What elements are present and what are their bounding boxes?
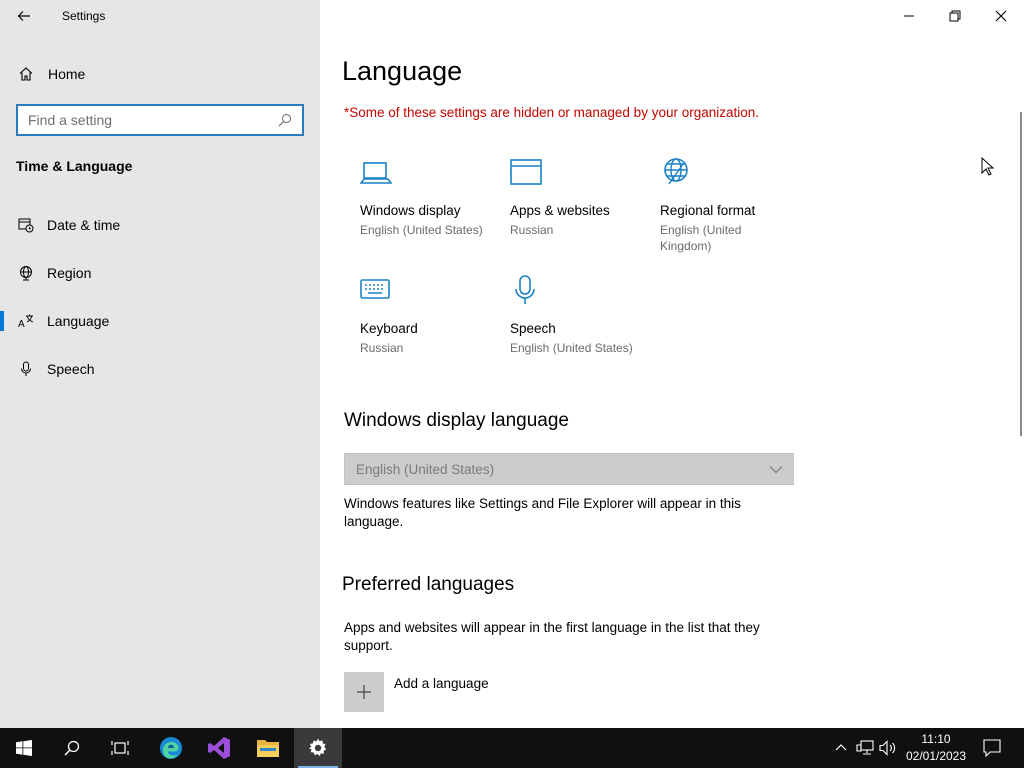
- show-hidden-icons-button[interactable]: [832, 728, 850, 768]
- taskbar-clock[interactable]: 11:10 02/01/2023: [900, 731, 972, 765]
- globe-format-icon: [664, 158, 688, 185]
- display-language-select[interactable]: English (United States): [344, 453, 794, 485]
- tile-apps-websites[interactable]: Apps & websites Russian: [510, 156, 650, 238]
- calendar-clock-icon: [18, 217, 34, 233]
- file-explorer-taskbar-button[interactable]: [244, 728, 292, 768]
- tile-label: Speech: [510, 321, 556, 336]
- preferred-languages-description: Apps and websites will appear in the fir…: [344, 620, 760, 653]
- window-title: Settings: [62, 9, 106, 23]
- network-icon: [856, 740, 874, 755]
- scrollbar[interactable]: [1020, 112, 1022, 436]
- tile-label: Apps & websites: [510, 203, 610, 218]
- tile-keyboard[interactable]: Keyboard Russian: [360, 274, 500, 356]
- sidebar-item-label: Region: [47, 265, 92, 281]
- mouse-cursor-icon: [981, 157, 995, 176]
- home-nav-item[interactable]: Home: [0, 58, 320, 90]
- tile-sublabel: English (United States): [510, 341, 633, 355]
- add-language-label: Add a language: [394, 676, 489, 691]
- search-input[interactable]: Find a setting: [16, 104, 304, 136]
- laptop-icon: [359, 162, 393, 184]
- globe-icon: [18, 265, 34, 281]
- sidebar-item-language[interactable]: A Language: [0, 304, 320, 338]
- edge-icon: [160, 737, 182, 759]
- display-language-description: Windows features like Settings and File …: [344, 496, 741, 529]
- volume-button[interactable]: [877, 728, 899, 768]
- microphone-icon: [18, 361, 34, 377]
- back-button[interactable]: [8, 0, 40, 32]
- taskbar-search-button[interactable]: [48, 728, 96, 768]
- sidebar-item-label: Language: [47, 313, 110, 329]
- visual-studio-icon: [208, 737, 230, 759]
- tile-label: Windows display: [360, 203, 461, 218]
- chevron-down-icon: [769, 466, 783, 474]
- home-label: Home: [48, 66, 86, 82]
- sidebar-item-region[interactable]: Region: [0, 256, 320, 290]
- notification-icon: [983, 739, 1001, 757]
- svg-text:A: A: [18, 319, 25, 329]
- tile-label: Regional format: [660, 203, 756, 218]
- plus-icon: [344, 672, 384, 712]
- task-view-button[interactable]: [96, 728, 144, 768]
- tile-sublabel: English (United States): [360, 223, 483, 237]
- page-title: Language: [342, 56, 463, 86]
- display-language-heading: Windows display language: [344, 410, 569, 431]
- home-icon: [19, 67, 33, 81]
- sidebar: Settings Home Find a setting Time & Lang…: [0, 0, 320, 728]
- search-placeholder: Find a setting: [28, 112, 113, 128]
- main-content: Language *Some of these settings are hid…: [320, 0, 1024, 728]
- task-view-icon: [111, 741, 129, 755]
- tile-sublabel: Russian: [360, 341, 404, 355]
- file-explorer-icon: [257, 740, 279, 757]
- sidebar-item-label: Date & time: [47, 217, 121, 233]
- settings-taskbar-button[interactable]: [294, 728, 342, 768]
- sidebar-item-date-time[interactable]: Date & time: [0, 208, 320, 242]
- sidebar-item-label: Speech: [47, 361, 95, 377]
- visual-studio-taskbar-button[interactable]: [195, 728, 243, 768]
- section-title: Time & Language: [16, 158, 133, 174]
- start-icon: [16, 740, 32, 756]
- display-language-value: English (United States): [356, 461, 495, 477]
- managed-warning: *Some of these settings are hidden or ma…: [344, 105, 760, 120]
- taskbar: 11:10 02/01/2023: [0, 728, 1024, 768]
- edge-taskbar-button[interactable]: [147, 728, 195, 768]
- network-button[interactable]: [854, 728, 876, 768]
- tile-speech[interactable]: Speech English (United States): [510, 274, 650, 356]
- clock-date: 02/01/2023: [905, 749, 967, 763]
- language-icon: A: [18, 313, 34, 329]
- tile-sublabel: English (United Kingdom): [660, 223, 742, 253]
- back-arrow-icon: [17, 11, 30, 21]
- keyboard-icon: [360, 279, 390, 299]
- microphone-icon: [515, 275, 535, 304]
- search-icon: [278, 113, 292, 127]
- search-icon: [64, 740, 80, 756]
- tile-sublabel: Russian: [510, 223, 554, 237]
- start-button[interactable]: [0, 728, 48, 768]
- sidebar-item-speech[interactable]: Speech: [0, 352, 320, 386]
- action-center-button[interactable]: [980, 728, 1004, 768]
- volume-icon: [879, 740, 896, 756]
- add-language-button[interactable]: Add a language: [344, 672, 489, 712]
- preferred-languages-heading: Preferred languages: [342, 574, 515, 595]
- tile-regional-format[interactable]: Regional format English (United Kingdom): [660, 156, 800, 254]
- tile-label: Keyboard: [360, 321, 418, 336]
- browser-window-icon: [510, 159, 542, 185]
- tile-windows-display[interactable]: Windows display English (United States): [359, 156, 500, 238]
- clock-time: 11:10: [921, 732, 951, 746]
- chevron-up-icon: [835, 744, 847, 751]
- settings-gear-icon: [309, 738, 327, 756]
